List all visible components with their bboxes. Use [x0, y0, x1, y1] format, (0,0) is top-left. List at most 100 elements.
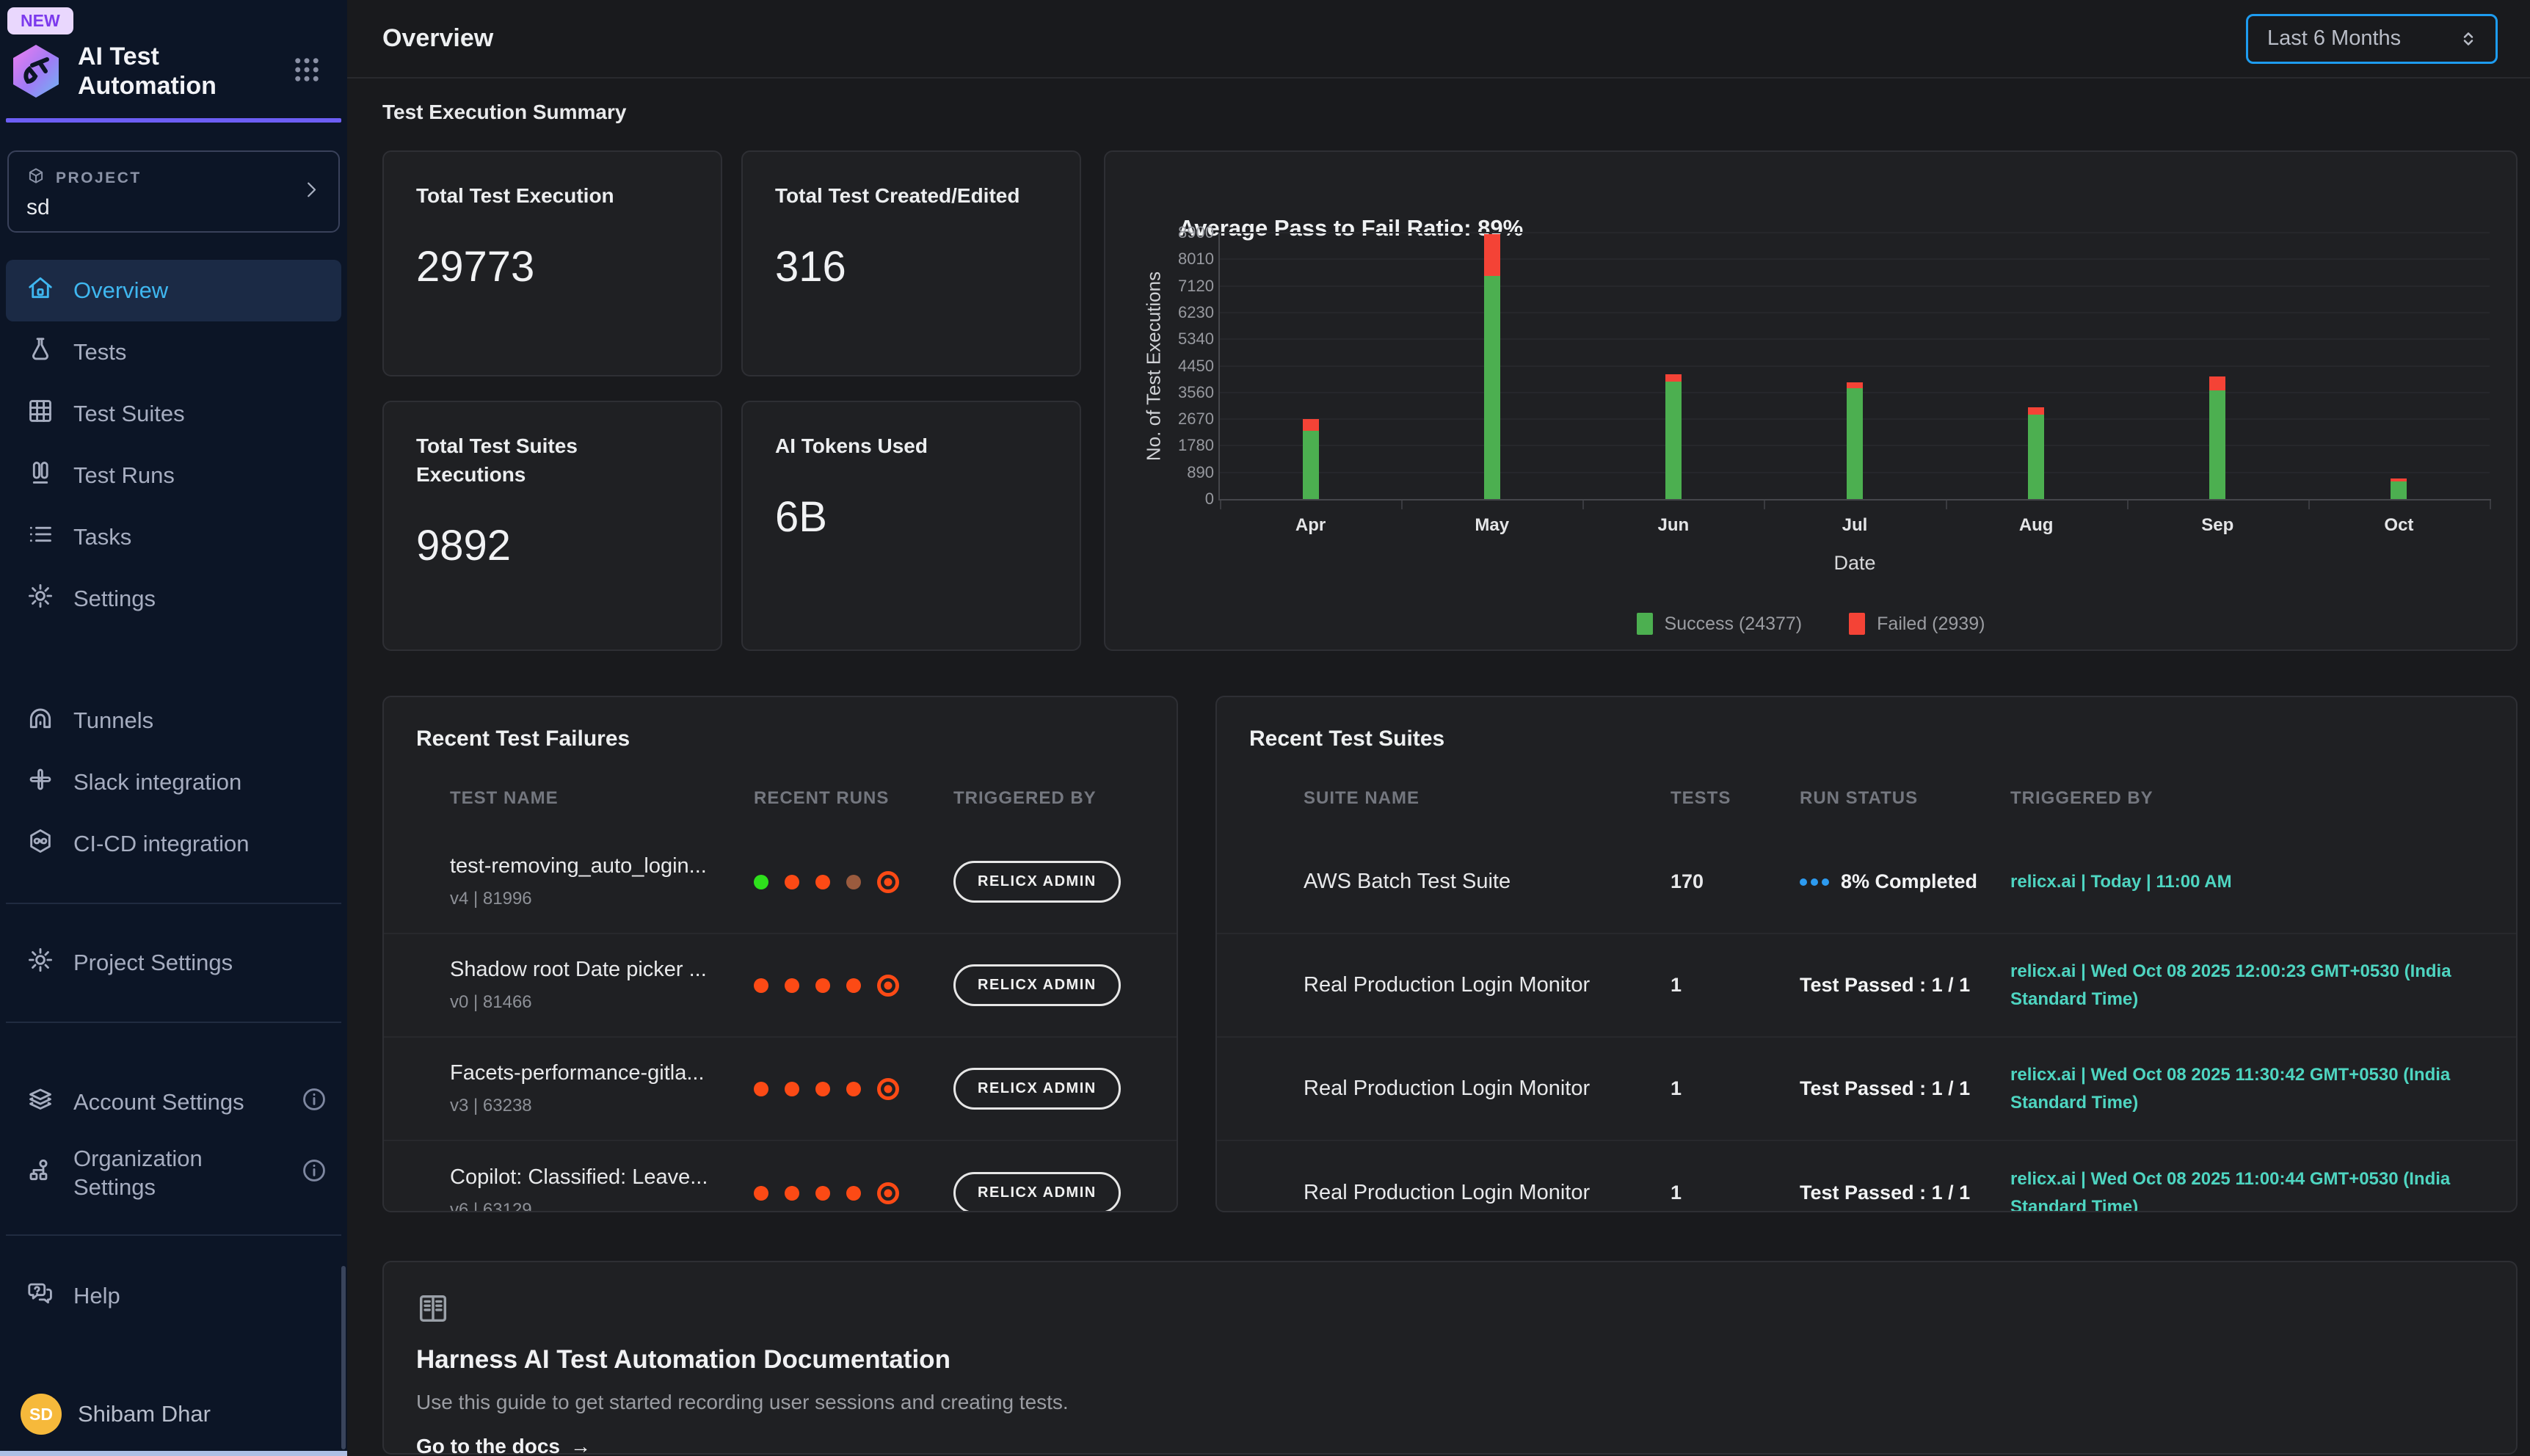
sidebar-item-tunnels[interactable]: Tunnels: [6, 690, 341, 751]
run-status-dot[interactable]: [785, 1082, 799, 1096]
stat-value: 9892: [416, 521, 688, 570]
run-status-dot[interactable]: [846, 1082, 861, 1096]
chart-gridline: [1220, 258, 2490, 260]
project-selector[interactable]: PROJECT sd: [7, 150, 340, 233]
table-row[interactable]: Real Production Login Monitor1Test Passe…: [1217, 1141, 2516, 1212]
bar-may-success: [1484, 276, 1500, 499]
table-row[interactable]: Copilot: Classified: Leave...v6 | 63129R…: [384, 1141, 1177, 1212]
suite-name[interactable]: AWS Batch Test Suite: [1304, 870, 1671, 894]
test-name[interactable]: Facets-performance-gitla...: [450, 1061, 754, 1085]
sidebar-item-project-settings[interactable]: Project Settings: [6, 932, 341, 994]
run-status-dot[interactable]: [785, 1186, 799, 1201]
recent-test-suites-card: Recent Test Suites SUITE NAMETESTSRUN ST…: [1215, 696, 2518, 1212]
triggered-by[interactable]: relicx.ai | Wed Oct 08 2025 11:00:44 GMT…: [2010, 1165, 2516, 1212]
sidebar-item-ci-cd-integration[interactable]: CI-CD integration: [6, 813, 341, 875]
triggered-by[interactable]: relicx.ai | Today | 11:00 AM: [2010, 868, 2516, 895]
table-row[interactable]: test-removing_auto_login...v4 | 81996REL…: [384, 831, 1177, 934]
triggered-by-button[interactable]: RELICX ADMIN: [953, 964, 1121, 1006]
go-to-docs-link[interactable]: Go to the docs →: [416, 1435, 2484, 1456]
org-icon: [26, 1157, 54, 1190]
bar-aug-failed: [2028, 407, 2044, 415]
table-row[interactable]: Real Production Login Monitor1Test Passe…: [1217, 934, 2516, 1038]
run-status-target-icon[interactable]: [877, 1182, 899, 1204]
run-status-dot[interactable]: [785, 978, 799, 993]
run-status: Test Passed : 1 / 1: [1800, 974, 2010, 997]
run-status-dot[interactable]: [846, 875, 861, 889]
sidebar-item-test-suites[interactable]: Test Suites: [6, 383, 341, 445]
test-name[interactable]: Shadow root Date picker ...: [450, 958, 754, 982]
run-status-dot[interactable]: [846, 978, 861, 993]
x-axis-title: Date: [1833, 552, 1875, 575]
bar-jun-failed: [1665, 374, 1682, 382]
sidebar-item-help[interactable]: Help: [6, 1265, 341, 1327]
table-row[interactable]: Real Production Login Monitor1Test Passe…: [1217, 1038, 2516, 1141]
sidebar-item-settings[interactable]: Settings: [6, 568, 341, 630]
sidebar-item-organization-settings[interactable]: Organization Settings: [6, 1133, 341, 1214]
apps-grid-icon[interactable]: [291, 54, 322, 89]
triggered-by[interactable]: relicx.ai | Wed Oct 08 2025 12:00:23 GMT…: [2010, 958, 2516, 1012]
sidebar-item-account-settings[interactable]: Account Settings: [6, 1071, 341, 1133]
run-status: Test Passed : 1 / 1: [1800, 1077, 2010, 1100]
stat-card-total-test-created-edited: Total Test Created/Edited316: [741, 150, 1081, 376]
suite-name[interactable]: Real Production Login Monitor: [1304, 1181, 1671, 1205]
run-status-target-icon[interactable]: [877, 871, 899, 893]
new-badge: NEW: [7, 7, 73, 34]
run-status-dot[interactable]: [815, 978, 830, 993]
run-status-dot[interactable]: [815, 1082, 830, 1096]
run-status-dot[interactable]: [754, 978, 768, 993]
run-status-dot[interactable]: [754, 1186, 768, 1201]
chart-gridline: [1220, 312, 2490, 313]
recent-runs: [754, 1078, 953, 1100]
run-status: Test Passed : 1 / 1: [1800, 1182, 2010, 1204]
sidebar-item-slack-integration[interactable]: Slack integration: [6, 751, 341, 813]
run-status-target-icon[interactable]: [877, 975, 899, 997]
table-row[interactable]: Shadow root Date picker ...v0 | 81466REL…: [384, 934, 1177, 1038]
table-header: TEST NAMERECENT RUNSTRIGGERED BY: [384, 788, 1177, 809]
run-status-dot[interactable]: [815, 875, 830, 889]
sidebar-item-tasks[interactable]: Tasks: [6, 506, 341, 568]
triggered-by-button[interactable]: RELICX ADMIN: [953, 1068, 1121, 1110]
triggered-by-button[interactable]: RELICX ADMIN: [953, 1172, 1121, 1212]
sidebar-scrollbar[interactable]: [341, 1266, 346, 1449]
table-row[interactable]: Facets-performance-gitla...v3 | 63238REL…: [384, 1038, 1177, 1141]
x-tick-mark: [1220, 500, 1221, 509]
run-status-dot[interactable]: [846, 1186, 861, 1201]
sidebar-item-label: Tests: [73, 338, 126, 367]
time-range-select[interactable]: Last 6 Months: [2246, 14, 2498, 64]
test-name[interactable]: test-removing_auto_login...: [450, 854, 754, 878]
sidebar-item-label: Slack integration: [73, 768, 241, 797]
run-status-dot[interactable]: [785, 875, 799, 889]
flask-icon: [26, 335, 54, 369]
recent-runs: [754, 975, 953, 997]
sidebar-item-overview[interactable]: Overview: [6, 260, 341, 321]
suite-name[interactable]: Real Production Login Monitor: [1304, 1077, 1671, 1101]
bar-oct-success: [2391, 481, 2407, 499]
triggered-by-button[interactable]: RELICX ADMIN: [953, 861, 1121, 903]
run-status-dot[interactable]: [754, 875, 768, 889]
sidebar-item-label: Tunnels: [73, 707, 153, 735]
run-status-text: 8% Completed: [1841, 870, 1977, 893]
run-status-target-icon[interactable]: [877, 1078, 899, 1100]
sidebar-item-label: Help: [73, 1282, 120, 1311]
y-tick-label: 890: [1105, 463, 1214, 482]
sidebar-item-tests[interactable]: Tests: [6, 321, 341, 383]
column-header: RECENT RUNS: [754, 788, 953, 809]
info-icon[interactable]: [300, 1157, 328, 1190]
run-status-dot[interactable]: [815, 1186, 830, 1201]
user-menu[interactable]: SD Shibam Dhar: [0, 1379, 347, 1451]
column-header: TRIGGERED BY: [953, 788, 1177, 809]
run-status-dot[interactable]: [754, 1082, 768, 1096]
brand-block: NEW AI Test Automation: [0, 0, 347, 118]
triggered-by[interactable]: relicx.ai | Wed Oct 08 2025 11:30:42 GMT…: [2010, 1061, 2516, 1115]
test-name[interactable]: Copilot: Classified: Leave...: [450, 1165, 754, 1190]
x-category-label: Jun: [1658, 515, 1690, 536]
info-icon[interactable]: [300, 1085, 328, 1119]
table-row[interactable]: AWS Batch Test Suite1708% Completedrelic…: [1217, 831, 2516, 934]
sidebar-item-label: Organization Settings: [73, 1145, 281, 1202]
sidebar-item-test-runs[interactable]: Test Runs: [6, 445, 341, 506]
suite-name[interactable]: Real Production Login Monitor: [1304, 973, 1671, 997]
x-tick-mark: [1764, 500, 1765, 509]
legend-label: Success (24377): [1665, 614, 1803, 635]
cicd-icon: [26, 827, 54, 861]
stat-value: 316: [775, 242, 1047, 291]
